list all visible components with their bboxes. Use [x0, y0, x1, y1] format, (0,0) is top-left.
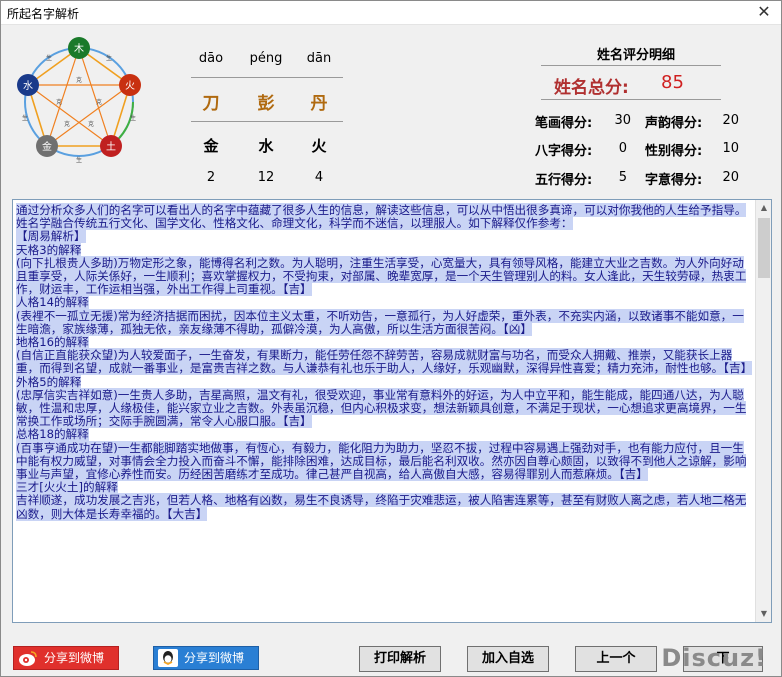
wheel-label-fire: 火: [125, 80, 135, 92]
total-score-label: 姓名总分:: [554, 78, 629, 98]
divider: [191, 77, 343, 78]
wheel-inner-label: 克: [56, 98, 62, 106]
share-qq-button[interactable]: 分享到微博: [153, 646, 259, 670]
wheel-label-wood: 木: [74, 43, 84, 55]
scroll-up-icon[interactable]: ▲: [756, 200, 772, 216]
section-body: (向下扎根贵人多助)万物定形之象，能博得名利之数。为人聪明，注重生活享受，心宽量…: [16, 255, 747, 297]
divider: [541, 65, 721, 66]
analysis-text: 通过分析众多人们的名字可以看出人的名字中蕴藏了很多人生的信息，解读这些信息，可以…: [14, 202, 756, 620]
wheel-label-metal: 金: [42, 140, 52, 153]
wheel-inner-label: 克: [64, 120, 70, 128]
section-sub: 天格3的解释: [16, 242, 82, 257]
score-label-bazi: 八字得分:: [535, 144, 593, 159]
strokes-3: 4: [314, 170, 324, 185]
pinyin-3: dān: [306, 51, 332, 66]
section-body: (自信正直能获众望)为人较爱面子，一生奋发，有果断力，能任劳任怨不辞劳苦，容易成…: [16, 348, 753, 376]
score-value-meaning: 20: [722, 170, 739, 185]
print-analysis-button[interactable]: 打印解析: [359, 646, 441, 672]
share-weibo-label: 分享到微博: [44, 651, 105, 665]
section-body: (百事亨通成功在望)一生都能脚踏实地做事，有恆心，有毅力，能化阻力为助力，坚忍不…: [16, 440, 747, 482]
share-weibo-button[interactable]: 分享到微博: [13, 646, 119, 670]
name-char-3: 丹: [310, 94, 328, 114]
strokes-1: 2: [206, 170, 216, 185]
section-title: 【周易解析】: [16, 229, 86, 244]
wheel-inner-label: 克: [88, 120, 94, 128]
score-label-gender: 性别得分:: [645, 144, 703, 159]
score-label-wuxing: 五行得分:: [535, 173, 593, 188]
divider: [191, 121, 343, 122]
score-label-meaning: 字意得分:: [645, 173, 703, 188]
section-sub: 外格5的解释: [16, 374, 82, 389]
wheel-inner-label: 克: [96, 98, 102, 106]
total-score-value: 85: [661, 72, 684, 93]
section-body: (忠厚信实吉祥如意)一生贵人多助，吉星高照，温文有礼，很受欢迎，事业常有意料外的…: [16, 387, 747, 429]
weibo-icon: [19, 651, 37, 666]
watermark-logo: Discuz!: [661, 644, 767, 672]
element-1: 金: [203, 137, 219, 155]
section-body: 吉祥顺遂，成功发展之吉兆，但若人格、地格有凶数，易生不良诱导，终陷于灾难悲运，被…: [16, 493, 747, 521]
section-sub: 三才[火火土]的解释: [16, 480, 118, 495]
score-label-rhyme: 声韵得分:: [645, 116, 703, 131]
qq-icon: [158, 649, 178, 667]
strokes-2: 12: [257, 170, 275, 185]
name-char-1: 刀: [202, 94, 220, 114]
share-qq-label: 分享到微博: [184, 651, 245, 665]
wheel-inner-label: 生: [76, 156, 82, 164]
close-button[interactable]: ✕: [753, 2, 775, 22]
analysis-textarea[interactable]: 通过分析众多人们的名字可以看出人的名字中蕴藏了很多人生的信息，解读这些信息，可以…: [12, 199, 772, 623]
previous-button[interactable]: 上一个: [575, 646, 657, 672]
wheel-inner-label: 生: [46, 54, 52, 62]
score-label-strokes: 笔画得分:: [535, 116, 593, 131]
wheel-label-earth: 土: [106, 140, 116, 153]
score-value-wuxing: 5: [618, 170, 627, 185]
wheel-inner-label: 生: [106, 54, 112, 62]
vertical-scrollbar[interactable]: ▲ ▼: [755, 200, 771, 622]
score-value-gender: 10: [722, 141, 739, 156]
scroll-thumb[interactable]: [758, 218, 770, 278]
score-value-strokes: 30: [614, 113, 631, 128]
analysis-intro: 通过分析众多人们的名字可以看出人的名字中蕴藏了很多人生的信息，解读这些信息，可以…: [16, 203, 747, 231]
element-3: 火: [311, 137, 327, 155]
section-sub: 总格18的解释: [16, 427, 89, 442]
section-sub: 地格16的解释: [16, 335, 89, 350]
window-title: 所起名字解析: [7, 7, 80, 21]
score-header: 姓名评分明细: [596, 48, 675, 63]
element-2: 水: [258, 137, 274, 155]
wheel-inner-label: 生: [130, 114, 136, 122]
score-value-rhyme: 20: [722, 113, 739, 128]
pinyin-2: péng: [249, 51, 283, 66]
divider: [541, 99, 721, 100]
wheel-inner-label: 生: [22, 114, 28, 122]
wheel-label-water: 水: [23, 80, 33, 92]
pinyin-1: dāo: [198, 51, 224, 66]
add-to-favorites-button[interactable]: 加入自选: [467, 646, 549, 672]
name-analysis-window: 所起名字解析 ✕ 木 火 土 金 水 生 生 生 生 生 克 克 克 克 克 d…: [0, 0, 782, 677]
section-body: (表裡不一孤立无援)常为经济拮据而困扰，因本位主义太重，不听劝告，一意孤行，为人…: [16, 308, 744, 336]
wheel-inner-label: 克: [76, 76, 82, 84]
scroll-down-icon[interactable]: ▼: [756, 606, 772, 622]
name-char-2: 彭: [257, 94, 275, 114]
title-bar: 所起名字解析 ✕: [1, 1, 781, 25]
five-elements-wheel-icon: 木 火 土 金 水 生 生 生 生 生 克 克 克 克 克: [17, 37, 141, 164]
score-value-bazi: 0: [618, 141, 627, 156]
section-sub: 人格14的解释: [16, 295, 89, 310]
